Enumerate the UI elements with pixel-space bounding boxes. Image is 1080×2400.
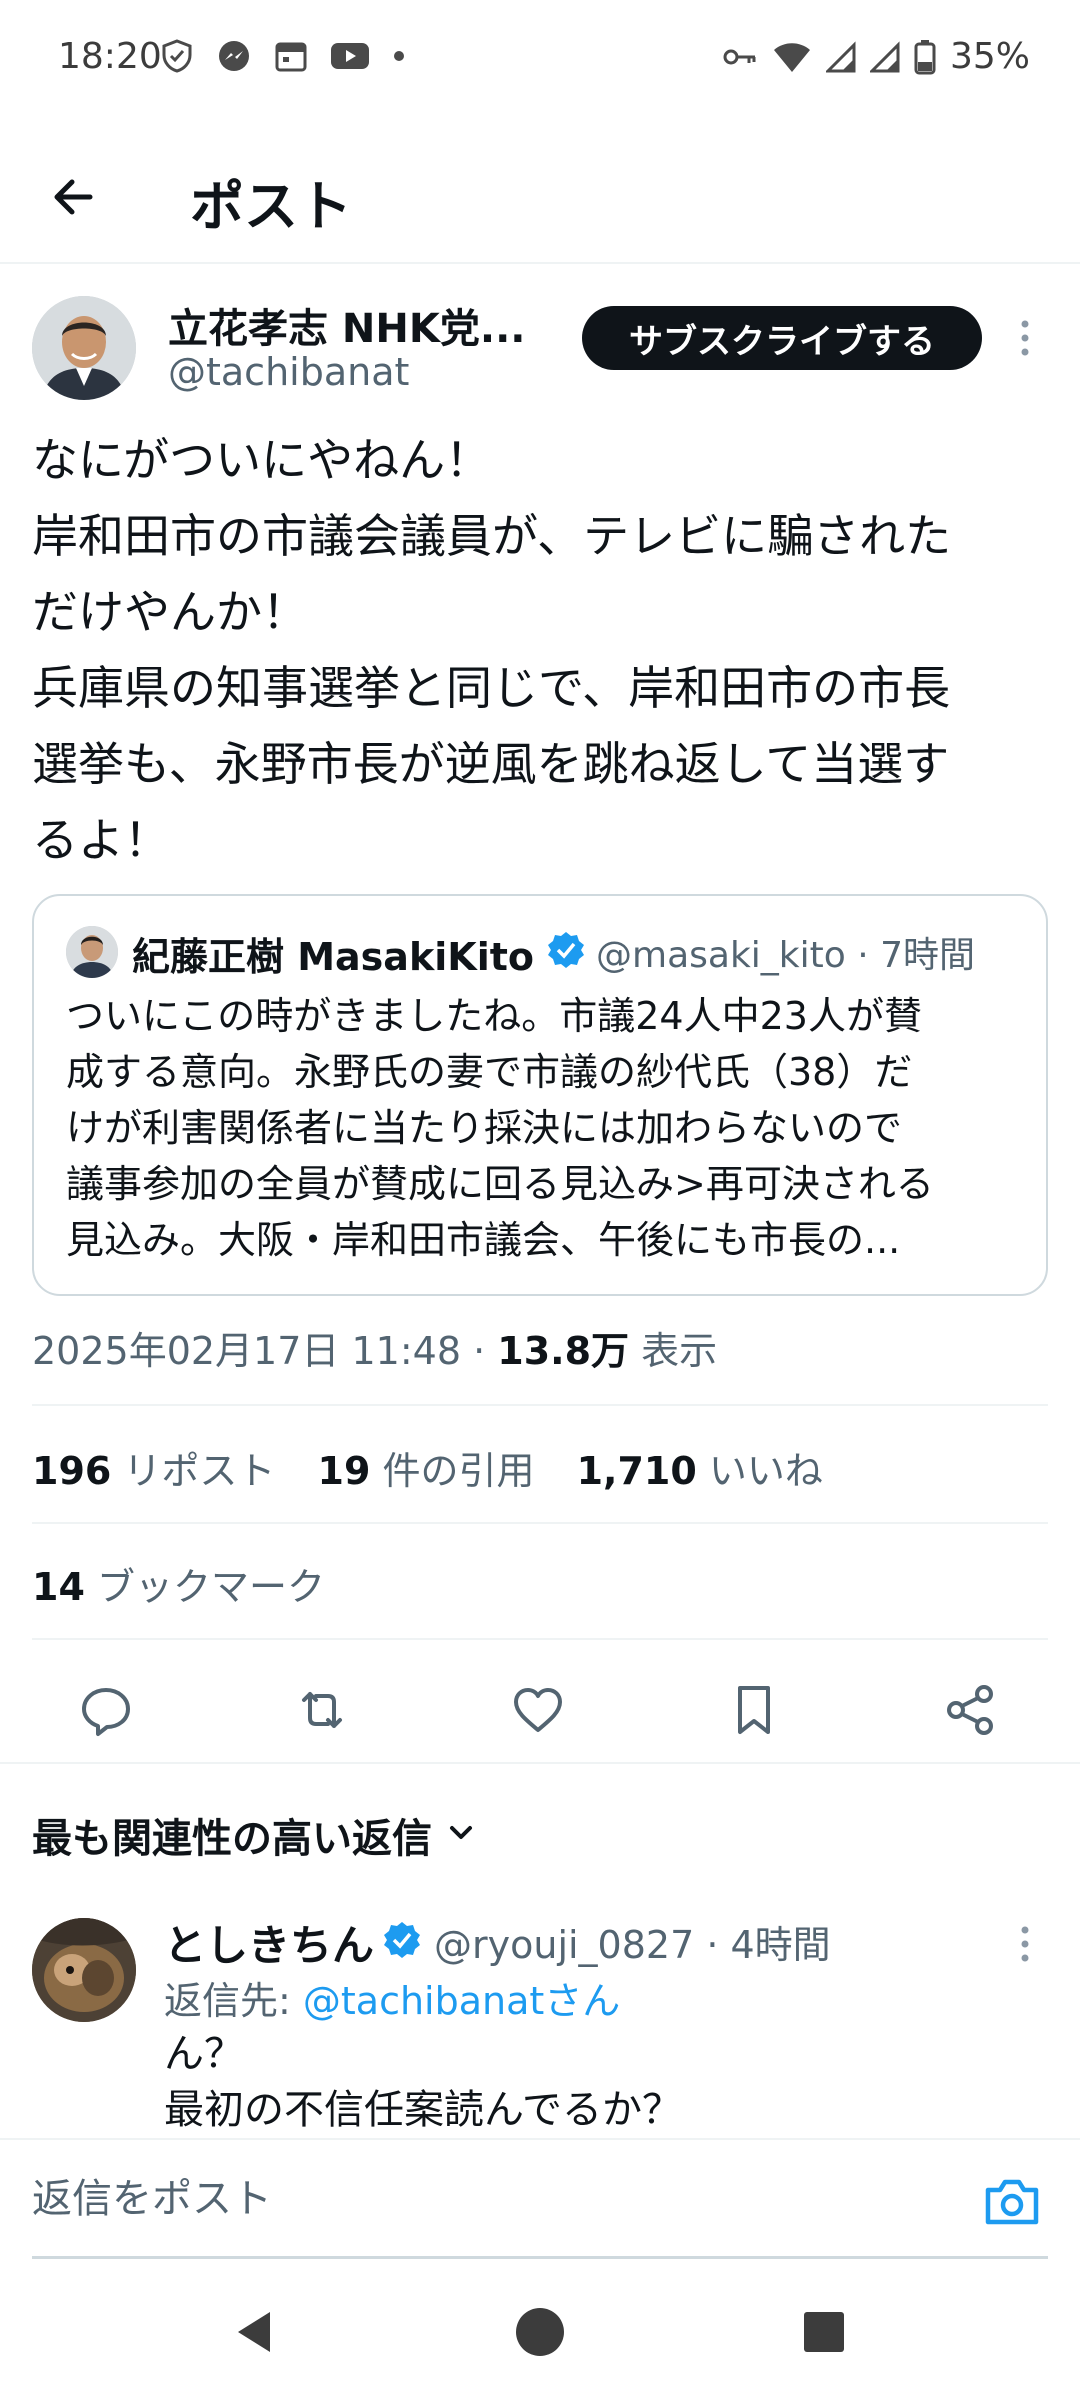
reply-meta: @ryouji_0827 · 4時間 <box>434 1923 831 1967</box>
bookmarks-stat[interactable]: 14 ブックマーク <box>32 1556 325 1611</box>
views-label: 表示 <box>629 1329 718 1373</box>
reply-author-avatar[interactable] <box>32 1918 136 2022</box>
divider <box>32 1404 1048 1406</box>
shield-icon <box>160 38 194 74</box>
signal-icon <box>825 40 856 73</box>
views-count[interactable]: 13.8万 <box>497 1329 629 1373</box>
reply-text: ん？ 最初の不信任案読んでるか？ <box>164 2031 682 2133</box>
divider <box>32 2256 1048 2259</box>
status-time: 18:20 <box>58 36 162 77</box>
post-text: なにがついにやねん！ 岸和田市の市議会議員が、テレビに騙された だけやんか！ 兵… <box>32 433 952 867</box>
divider <box>32 1522 1048 1524</box>
notification-icons <box>160 38 406 74</box>
verified-badge-icon <box>546 930 586 970</box>
reply-sort-label: 最も関連性の高い返信 <box>32 1816 432 1862</box>
likes-stat[interactable]: 1,710 いいね <box>577 1449 823 1493</box>
nav-home-button[interactable] <box>512 2304 568 2360</box>
quotes-stat[interactable]: 19 件の引用 <box>318 1449 535 1493</box>
signal-icon <box>869 40 900 73</box>
repost-icon <box>290 1692 354 1746</box>
nav-back-button[interactable] <box>228 2304 284 2360</box>
page-title: ポスト <box>190 175 352 238</box>
reply-author-name[interactable]: としきちん <box>164 1912 374 1973</box>
dot-icon <box>392 49 406 63</box>
top-app-bar: ポスト <box>0 140 1080 264</box>
verified-badge-icon <box>382 1920 422 1960</box>
reply-more-options-button[interactable] <box>1010 1922 1040 1966</box>
share-button[interactable] <box>938 1678 1002 1742</box>
key-icon <box>722 45 758 69</box>
more-vertical-icon <box>1010 320 1040 364</box>
square-recents-icon <box>796 2312 852 2364</box>
wifi-icon <box>772 40 812 74</box>
author-handle[interactable]: @tachibanat <box>168 350 409 394</box>
more-vertical-icon <box>1010 1926 1040 1970</box>
back-button[interactable] <box>40 162 110 232</box>
reply-icon <box>74 1688 138 1746</box>
camera-icon <box>982 2179 1042 2234</box>
quoted-author-name: 紀藤正樹 MasakiKito <box>132 935 534 979</box>
reply-composer: 返信をポスト <box>0 2138 1080 2259</box>
reply-to-prefix: 返信先: <box>164 1979 303 2023</box>
chevron-down-icon <box>446 1812 476 1858</box>
calendar-icon <box>274 39 308 73</box>
nav-recents-button[interactable] <box>796 2304 852 2360</box>
quoted-text: ついにこの時がきましたね。市議24人中23人が賛 成する意向。永野氏の妻で市議の… <box>66 994 934 1262</box>
engagement-stats: 196 リポスト 19 件の引用 1,710 いいね <box>32 1440 853 1495</box>
share-icon <box>938 1685 1002 1746</box>
circle-home-icon <box>512 2308 568 2364</box>
repost-button[interactable] <box>290 1678 354 1742</box>
divider <box>32 1638 1048 1640</box>
reply-to-handle-link[interactable]: @tachibanatさん <box>303 1979 620 2023</box>
action-bar <box>0 1664 1080 1764</box>
status-bar: 18:20 35% <box>0 0 1080 120</box>
bookmark-button[interactable] <box>722 1678 786 1742</box>
timestamp-row: 2025年02月17日 11:48 · 13.8万 表示 <box>32 1320 717 1375</box>
reposts-stat[interactable]: 196 リポスト <box>32 1449 275 1493</box>
reply-to-line: 返信先: @tachibanatさん <box>164 1970 620 2025</box>
battery-percent: 35% <box>949 36 1030 77</box>
quoted-author-avatar <box>66 926 118 978</box>
reply-sort-dropdown[interactable]: 最も関連性の高い返信 <box>32 1806 476 1864</box>
reply-button[interactable] <box>74 1678 138 1742</box>
quoted-meta: @masaki_kito · 7時間 <box>596 935 976 976</box>
author-avatar[interactable] <box>32 296 136 400</box>
reply-input[interactable]: 返信をポスト <box>32 2166 272 2224</box>
subscribe-button[interactable]: サブスクライブする <box>582 306 982 370</box>
author-name[interactable]: 立花孝志 NHK党... <box>168 296 525 354</box>
messenger-icon <box>216 38 252 74</box>
camera-button[interactable] <box>982 2174 1042 2230</box>
triangle-back-icon <box>228 2312 284 2364</box>
like-button[interactable] <box>506 1678 570 1742</box>
quoted-post[interactable]: 紀藤正樹 MasakiKito @masaki_kito · 7時間 ついにこの… <box>32 894 1048 1296</box>
heart-icon <box>506 1688 570 1746</box>
bookmark-icon <box>722 1686 786 1746</box>
youtube-icon <box>330 41 370 71</box>
more-options-button[interactable] <box>1010 316 1040 360</box>
battery-icon <box>914 39 936 75</box>
system-icons: 35% <box>722 36 1030 77</box>
post-timestamp: 2025年02月17日 11:48 · <box>32 1329 498 1373</box>
system-nav-bar <box>0 2260 1080 2400</box>
arrow-left-icon <box>40 179 110 236</box>
